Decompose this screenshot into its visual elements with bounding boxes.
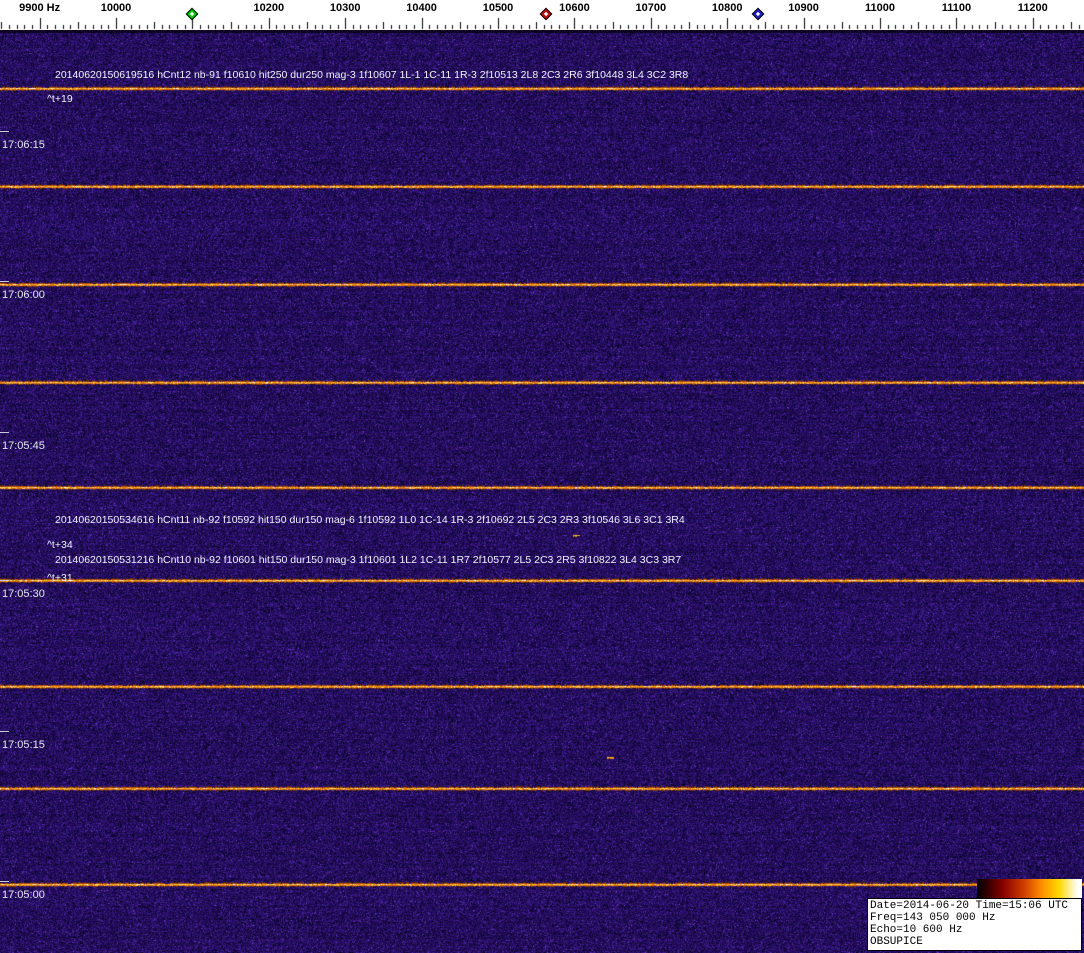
- time-label: 17:05:00: [2, 889, 45, 901]
- info-freq-line: Freq=143 050 000 Hz: [870, 912, 1079, 924]
- info-echo-line: Echo=10 600 Hz: [870, 924, 1079, 936]
- ruler-label-11000: 11000: [865, 2, 895, 14]
- ruler-label-10800: 10800: [712, 2, 743, 14]
- time-label: 17:05:30: [2, 588, 45, 600]
- db-gradient: [977, 879, 1082, 898]
- ruler-label-11100: 11100: [942, 2, 971, 14]
- spectrogram-window: 9900 Hz 10000 10200 10300 10400 10500 10600 107…: [0, 0, 1084, 953]
- annotation-detection: 20140620150531216 hCnt10 nb-92 f10601 hi…: [55, 554, 681, 566]
- ruler-label-10900: 10900: [788, 2, 819, 14]
- annotation-detection: 20140620150619516 hCnt12 nb-91 f10610 hi…: [55, 69, 688, 81]
- time-tick: [0, 731, 9, 732]
- ruler-label-9900: 9900 Hz: [19, 2, 60, 14]
- time-tick: [0, 131, 9, 132]
- time-label: 17:05:45: [2, 440, 45, 452]
- time-tick: [0, 580, 9, 581]
- ruler-label-10500: 10500: [483, 2, 514, 14]
- annotation-detection: 20140620150534616 hCnt11 nb-92 f10592 hi…: [55, 514, 685, 526]
- ruler-label-10200: 10200: [254, 2, 285, 14]
- ruler-label-11200: 11200: [1018, 2, 1048, 14]
- info-station-line: OBSUPICE: [870, 936, 1079, 948]
- ruler-label-10000: 10000: [101, 2, 132, 14]
- spectrogram-canvas: [0, 30, 1084, 953]
- time-label: 17:05:15: [2, 739, 45, 751]
- ruler-label-10700: 10700: [636, 2, 667, 14]
- annotation-time-offset: ^t+19: [47, 93, 73, 105]
- time-tick: [0, 281, 9, 282]
- time-tick: [0, 432, 9, 433]
- ruler-label-10300: 10300: [330, 2, 361, 14]
- time-label: 17:06:15: [2, 139, 45, 151]
- spectrogram-display: 17:06:15 17:06:00 17:05:45 17:05:30 17:05:15…: [0, 30, 1084, 953]
- ruler-label-10600: 10600: [559, 2, 590, 14]
- info-box: Date=2014-06-20 Time=15:06 UTC Freq=143 …: [867, 898, 1082, 951]
- time-label: 17:06:00: [2, 289, 45, 301]
- frequency-ruler: 9900 Hz 10000 10200 10300 10400 10500 10600 107…: [0, 0, 1084, 30]
- info-date-line: Date=2014-06-20 Time=15:06 UTC: [870, 900, 1079, 912]
- time-tick: [0, 881, 9, 882]
- annotation-time-offset: ^t+34: [47, 539, 73, 551]
- annotation-time-offset: ^t+31: [47, 572, 73, 584]
- ruler-label-10400: 10400: [406, 2, 437, 14]
